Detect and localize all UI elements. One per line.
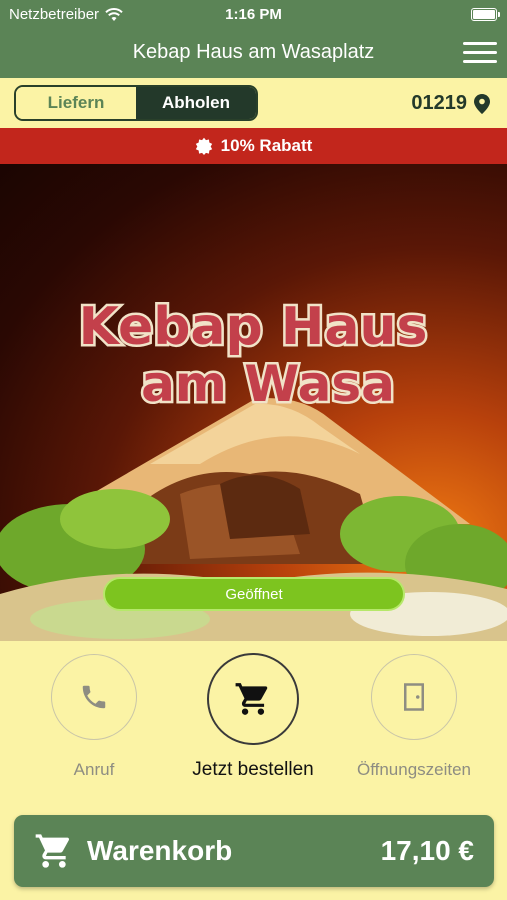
page-title: Kebap Haus am Wasaplatz — [132, 41, 375, 63]
discount-banner: 10% Rabatt — [0, 128, 507, 164]
call-label: Anruf — [73, 760, 115, 779]
hamburger-menu-icon[interactable] — [463, 40, 497, 66]
postcode-value: 01219 — [411, 92, 467, 114]
status-bar: Netzbetreiber 1:16 PM — [0, 0, 507, 30]
order-mode-bar: Liefern Abholen 01219 — [0, 78, 507, 128]
pickup-option[interactable]: Abholen — [136, 87, 256, 119]
opening-hours-button[interactable] — [371, 654, 457, 740]
order-now-action[interactable]: Jetzt bestellen — [192, 653, 314, 781]
cart-label: Warenkorb — [87, 835, 233, 866]
kebab-illustration: Kebap Haus am Wasa — [0, 295, 507, 641]
door-icon — [404, 683, 424, 711]
clock: 1:16 PM — [225, 6, 282, 23]
restaurant-hero-image: Kebap Haus am Wasa Geöffnet — [0, 164, 507, 641]
svg-text:am Wasa: am Wasa — [141, 355, 395, 413]
order-now-button[interactable] — [207, 653, 299, 745]
open-status-badge: Geöffnet — [103, 577, 405, 611]
location-pin-icon — [474, 93, 490, 114]
svg-text:Kebap Haus: Kebap Haus — [79, 297, 428, 357]
shopping-cart-icon — [35, 834, 69, 868]
discount-text: 10% Rabatt — [220, 136, 313, 155]
battery-icon — [471, 8, 500, 21]
call-action[interactable]: Anruf — [51, 654, 137, 780]
opening-hours-label: Öffnungszeiten — [356, 760, 472, 779]
postcode-selector[interactable]: 01219 — [411, 92, 490, 115]
delivery-option[interactable]: Liefern — [16, 87, 136, 119]
cart-button[interactable]: Warenkorb 17,10 € — [14, 815, 494, 887]
shopping-cart-icon — [235, 683, 268, 715]
nav-bar: Kebap Haus am Wasaplatz — [0, 30, 507, 78]
order-now-label: Jetzt bestellen — [192, 759, 314, 780]
quick-actions: Anruf Jetzt bestellen Öffnungszeiten — [0, 641, 507, 811]
phone-icon — [82, 685, 106, 709]
badge-star-icon — [195, 137, 212, 155]
opening-hours-action[interactable]: Öffnungszeiten — [357, 654, 471, 780]
order-mode-toggle: Liefern Abholen — [14, 85, 258, 121]
cart-total: 17,10 € — [380, 835, 474, 866]
call-button[interactable] — [51, 654, 137, 740]
